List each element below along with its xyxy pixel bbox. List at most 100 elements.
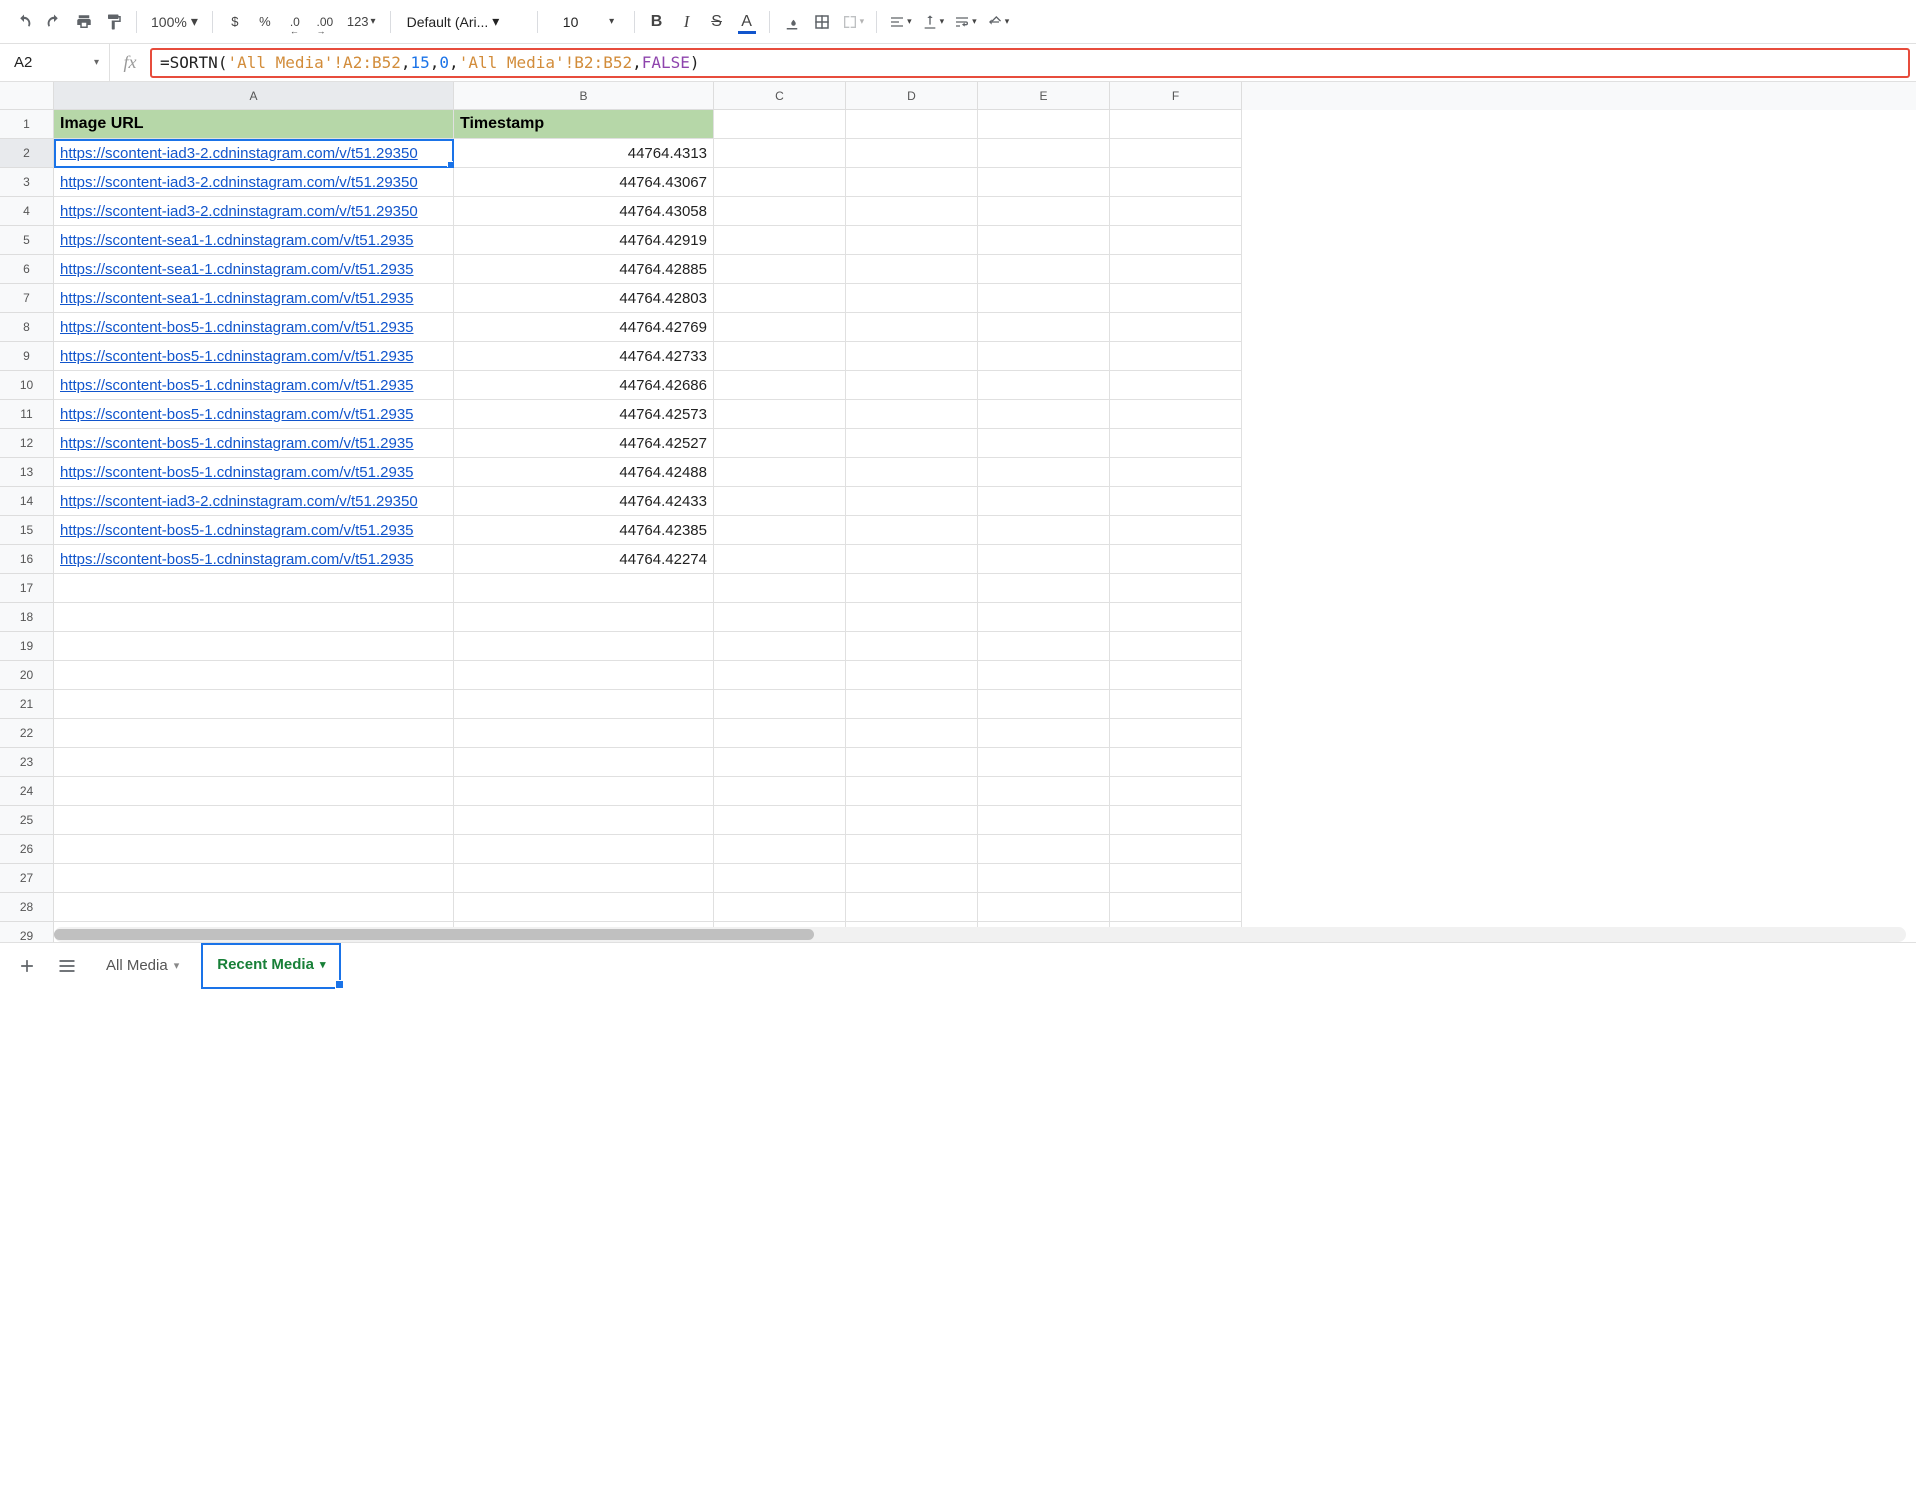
row-header[interactable]: 19	[0, 632, 54, 661]
cell[interactable]	[846, 458, 978, 487]
cell-timestamp[interactable]: 44764.42385	[454, 516, 714, 545]
row-header[interactable]: 10	[0, 371, 54, 400]
cell[interactable]	[454, 893, 714, 922]
cell[interactable]	[978, 487, 1110, 516]
cell[interactable]	[1110, 342, 1242, 371]
cell[interactable]	[714, 603, 846, 632]
cell[interactable]	[54, 864, 454, 893]
cell[interactable]	[978, 603, 1110, 632]
cell-timestamp[interactable]: 44764.42433	[454, 487, 714, 516]
column-header-e[interactable]: E	[978, 82, 1110, 110]
header-cell-timestamp[interactable]: Timestamp	[454, 110, 714, 139]
cell-url[interactable]: https://scontent-iad3-2.cdninstagram.com…	[54, 487, 454, 516]
cell[interactable]	[454, 806, 714, 835]
cell[interactable]	[714, 777, 846, 806]
cell[interactable]	[454, 864, 714, 893]
row-header[interactable]: 22	[0, 719, 54, 748]
row-header[interactable]: 3	[0, 168, 54, 197]
cell[interactable]	[846, 197, 978, 226]
cell[interactable]	[54, 661, 454, 690]
cell[interactable]	[1110, 371, 1242, 400]
cell[interactable]	[714, 516, 846, 545]
cell[interactable]	[1110, 226, 1242, 255]
row-header[interactable]: 20	[0, 661, 54, 690]
cell-timestamp[interactable]: 44764.43058	[454, 197, 714, 226]
horizontal-align-dropdown[interactable]: ▾	[885, 8, 916, 36]
cell-timestamp[interactable]: 44764.4313	[454, 139, 714, 168]
cell[interactable]	[1110, 603, 1242, 632]
cell[interactable]	[454, 748, 714, 777]
cell[interactable]	[714, 574, 846, 603]
cell[interactable]	[714, 748, 846, 777]
cell[interactable]	[714, 690, 846, 719]
cell-timestamp[interactable]: 44764.42488	[454, 458, 714, 487]
font-size-input[interactable]: 10	[546, 9, 596, 35]
cell[interactable]	[454, 661, 714, 690]
row-header[interactable]: 18	[0, 603, 54, 632]
row-header[interactable]: 8	[0, 313, 54, 342]
cell[interactable]	[1110, 487, 1242, 516]
undo-button[interactable]	[10, 8, 38, 36]
more-formats-dropdown[interactable]: 123▾	[341, 8, 382, 36]
row-header[interactable]: 12	[0, 429, 54, 458]
cell-timestamp[interactable]: 44764.42686	[454, 371, 714, 400]
cell[interactable]	[978, 168, 1110, 197]
cell[interactable]	[454, 690, 714, 719]
font-size-dropdown[interactable]: ▾	[598, 8, 626, 36]
cell-url[interactable]: https://scontent-bos5-1.cdninstagram.com…	[54, 400, 454, 429]
cell-url[interactable]: https://scontent-iad3-2.cdninstagram.com…	[54, 168, 454, 197]
increase-decimal-button[interactable]: .00→	[311, 8, 339, 36]
cell[interactable]	[714, 168, 846, 197]
cell[interactable]	[1110, 429, 1242, 458]
cell[interactable]	[846, 487, 978, 516]
cell[interactable]	[1110, 835, 1242, 864]
row-header[interactable]: 5	[0, 226, 54, 255]
row-header[interactable]: 16	[0, 545, 54, 574]
cell[interactable]	[1110, 690, 1242, 719]
cell[interactable]	[846, 313, 978, 342]
cell[interactable]	[54, 777, 454, 806]
row-header[interactable]: 24	[0, 777, 54, 806]
cell[interactable]	[54, 574, 454, 603]
cell[interactable]	[714, 458, 846, 487]
horizontal-scrollbar[interactable]	[54, 927, 1906, 942]
row-header[interactable]: 14	[0, 487, 54, 516]
cell[interactable]	[846, 806, 978, 835]
row-header[interactable]: 21	[0, 690, 54, 719]
cell-url[interactable]: https://scontent-iad3-2.cdninstagram.com…	[54, 139, 454, 168]
cell[interactable]	[1110, 661, 1242, 690]
italic-button[interactable]: I	[673, 8, 701, 36]
cell[interactable]	[1110, 313, 1242, 342]
cell[interactable]	[1110, 197, 1242, 226]
cell[interactable]	[846, 835, 978, 864]
cell[interactable]	[1110, 806, 1242, 835]
cell[interactable]	[846, 429, 978, 458]
add-sheet-button[interactable]	[10, 949, 44, 983]
cell[interactable]	[978, 690, 1110, 719]
bold-button[interactable]: B	[643, 8, 671, 36]
cell[interactable]	[846, 632, 978, 661]
cell-url[interactable]: https://scontent-bos5-1.cdninstagram.com…	[54, 371, 454, 400]
cell[interactable]	[454, 603, 714, 632]
cell[interactable]	[978, 661, 1110, 690]
cell[interactable]	[54, 835, 454, 864]
cell[interactable]	[846, 690, 978, 719]
column-header-c[interactable]: C	[714, 82, 846, 110]
cell-timestamp[interactable]: 44764.42527	[454, 429, 714, 458]
row-header[interactable]: 2	[0, 139, 54, 168]
cell[interactable]	[54, 690, 454, 719]
font-family-dropdown[interactable]: Default (Ari...▾	[399, 8, 529, 36]
cell[interactable]	[846, 255, 978, 284]
fill-color-button[interactable]	[778, 8, 806, 36]
row-header[interactable]: 4	[0, 197, 54, 226]
cell[interactable]	[978, 748, 1110, 777]
cells-area[interactable]: Image URLTimestamphttps://scontent-iad3-…	[54, 110, 1916, 942]
cell[interactable]	[1110, 574, 1242, 603]
cell[interactable]	[846, 864, 978, 893]
cell[interactable]	[714, 342, 846, 371]
cell[interactable]	[54, 719, 454, 748]
select-all-corner[interactable]	[0, 82, 54, 110]
cell[interactable]	[714, 429, 846, 458]
cell-timestamp[interactable]: 44764.42769	[454, 313, 714, 342]
cell[interactable]	[54, 603, 454, 632]
